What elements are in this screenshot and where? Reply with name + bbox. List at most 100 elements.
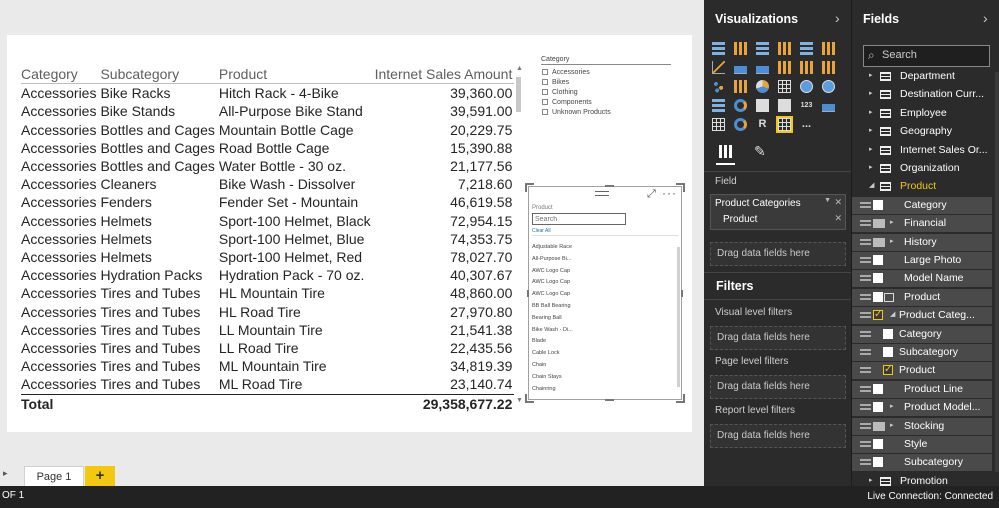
- table-row[interactable]: Accessories Fenders Fender Set - Mountain 4…: [21, 193, 514, 211]
- stacked-area-icon[interactable]: [756, 61, 769, 74]
- slicer-item[interactable]: Chainring: [532, 384, 672, 396]
- kpi-icon[interactable]: 123: [800, 99, 813, 112]
- clustered-bar-icon[interactable]: [778, 42, 791, 55]
- slicer-item[interactable]: AWC Logo Cap: [532, 266, 672, 278]
- checkbox[interactable]: [873, 291, 883, 302]
- checkbox[interactable]: [542, 69, 548, 75]
- fields-tab-icon[interactable]: [719, 145, 732, 158]
- globe-icon[interactable]: [734, 118, 747, 131]
- scatter-chart-icon[interactable]: [712, 80, 725, 93]
- drag-handle-icon[interactable]: [860, 441, 871, 447]
- expand-icon[interactable]: ▸: [869, 163, 873, 171]
- field-item[interactable]: ✓ Product: [852, 362, 992, 380]
- expand-icon[interactable]: ▸: [869, 126, 873, 134]
- expand-open-icon[interactable]: ◢: [890, 310, 895, 318]
- expand-icon[interactable]: ▸: [869, 108, 873, 116]
- r-script-icon[interactable]: R: [756, 118, 769, 131]
- report-filter-drop-zone[interactable]: Drag data fields here: [710, 424, 846, 448]
- expand-open-icon[interactable]: ◢: [869, 181, 874, 189]
- slicer-item[interactable]: AWC Logo Cap: [532, 277, 672, 289]
- table-row[interactable]: Accessories Tires and Tubes LL Road Tire 22…: [21, 339, 514, 357]
- resize-handle[interactable]: [605, 399, 614, 401]
- product-slicer[interactable]: ⤢ ··· Product Clear All Adjustable RaceA…: [525, 183, 685, 403]
- column-header-category[interactable]: Category: [21, 65, 101, 85]
- column-header-product[interactable]: Product: [218, 65, 375, 85]
- field-item[interactable]: ▸ Product Model...: [852, 399, 992, 417]
- expand-icon[interactable]: ▸: [890, 237, 894, 245]
- table-row[interactable]: Accessories Tires and Tubes HL Road Tire 27…: [21, 303, 514, 321]
- collapse-chevron-icon[interactable]: ›: [835, 10, 840, 26]
- field-item[interactable]: Product Line: [852, 380, 992, 398]
- pie-chart-icon[interactable]: [734, 80, 747, 93]
- expand-icon[interactable]: ▸: [869, 71, 873, 79]
- drag-handle-icon[interactable]: [860, 459, 871, 466]
- slicer-option[interactable]: Components: [541, 97, 671, 107]
- add-page-button[interactable]: +: [85, 466, 115, 486]
- field-item[interactable]: Subcategory: [852, 344, 992, 361]
- field-item[interactable]: Subcategory: [852, 454, 992, 472]
- dropdown-icon[interactable]: ▼: [824, 197, 831, 204]
- drag-handle-icon[interactable]: [860, 349, 871, 355]
- table-row[interactable]: Accessories Bottles and Cages Water Bottle…: [21, 157, 514, 175]
- checkbox[interactable]: [873, 402, 883, 413]
- slicer-item[interactable]: Chain: [532, 360, 672, 372]
- collapse-chevron-icon[interactable]: ›: [983, 10, 988, 26]
- slicer-item[interactable]: Bearing Ball: [532, 313, 672, 325]
- expand-icon[interactable]: ▸: [890, 218, 894, 226]
- expand-icon[interactable]: ▸: [890, 421, 894, 429]
- column-header-internet-sales-amount[interactable]: Internet Sales Amount: [374, 65, 515, 85]
- drag-handle-icon[interactable]: [860, 238, 871, 245]
- drag-handle-icon[interactable]: [860, 422, 871, 429]
- slicer-item[interactable]: All-Purpose Bi...: [532, 254, 672, 266]
- matrix-icon[interactable]: [712, 118, 725, 131]
- drag-handle-icon[interactable]: [860, 385, 871, 392]
- table-row[interactable]: Accessories Helmets Sport-100 Helmet, Red 7…: [21, 248, 514, 266]
- funnel-icon[interactable]: [712, 99, 725, 112]
- field-item[interactable]: ▸ Internet Sales Or...: [852, 142, 992, 159]
- slicer-item[interactable]: AWC Logo Cap: [532, 289, 672, 301]
- field-item[interactable]: ◢ Product: [852, 178, 992, 195]
- field-item[interactable]: ✓ ◢ Product Categ...: [852, 307, 992, 325]
- scroll-up-icon[interactable]: ▲: [516, 65, 523, 72]
- drag-handle-icon[interactable]: [860, 201, 871, 208]
- field-item[interactable]: ▸ Department: [852, 70, 992, 85]
- column-header-subcategory[interactable]: Subcategory: [100, 65, 219, 85]
- line-column-icon[interactable]: [778, 61, 791, 74]
- table-row[interactable]: Accessories Tires and Tubes LL Mountain Ti…: [21, 321, 514, 339]
- checkbox[interactable]: [542, 99, 548, 105]
- table-row[interactable]: Accessories Bottles and Cages Mountain Bot…: [21, 121, 514, 139]
- more-options-icon[interactable]: ···: [662, 186, 677, 200]
- stacked-column-100-icon[interactable]: [800, 42, 813, 55]
- slicer-item[interactable]: BB Ball Bearing: [532, 301, 672, 313]
- table-row[interactable]: Accessories Bike Stands All-Purpose Bike S…: [21, 102, 514, 120]
- slicer-scrollbar[interactable]: [677, 247, 680, 387]
- category-slicer[interactable]: Category Accessories Bikes Clothing Compone…: [541, 56, 671, 121]
- table-row[interactable]: Accessories Tires and Tubes ML Mountain Ti…: [21, 357, 514, 375]
- checkbox[interactable]: [542, 79, 548, 85]
- table-row[interactable]: Accessories Hydration Packs Hydration Pack…: [21, 266, 514, 284]
- expand-icon[interactable]: ▸: [869, 476, 873, 484]
- field-item[interactable]: Category: [852, 325, 992, 343]
- focus-mode-icon[interactable]: ⤢: [647, 188, 656, 201]
- page-nav-next-icon[interactable]: ▸: [3, 468, 8, 479]
- field-item[interactable]: ▸ Promotion: [852, 473, 992, 486]
- resize-handle[interactable]: [681, 290, 683, 297]
- field-item[interactable]: Style: [852, 436, 992, 453]
- slicer-option[interactable]: Unknown Products: [541, 107, 671, 117]
- table-row[interactable]: Accessories Bike Racks Hitch Rack - 4-Bike…: [21, 84, 514, 103]
- field-item[interactable]: Large Photo: [852, 252, 992, 269]
- column-chart-icon[interactable]: [822, 42, 835, 55]
- slicer-option[interactable]: Clothing: [541, 87, 671, 97]
- scroll-down-icon[interactable]: ▼: [516, 397, 523, 404]
- resize-handle[interactable]: [676, 394, 685, 403]
- table-row[interactable]: Accessories Tires and Tubes ML Road Tire 23…: [21, 375, 514, 394]
- area-chart-icon[interactable]: [734, 61, 747, 74]
- checkbox[interactable]: [542, 109, 548, 115]
- slicer-item[interactable]: Bike Wash - Di...: [532, 325, 672, 337]
- field-item[interactable]: ▸ Organization: [852, 160, 992, 177]
- waterfall-icon[interactable]: [822, 61, 835, 74]
- resize-handle[interactable]: [527, 290, 529, 297]
- treemap-icon[interactable]: [778, 80, 791, 93]
- drag-handle-icon[interactable]: [860, 404, 871, 411]
- fields-search-input[interactable]: ⌕ Search: [863, 45, 990, 67]
